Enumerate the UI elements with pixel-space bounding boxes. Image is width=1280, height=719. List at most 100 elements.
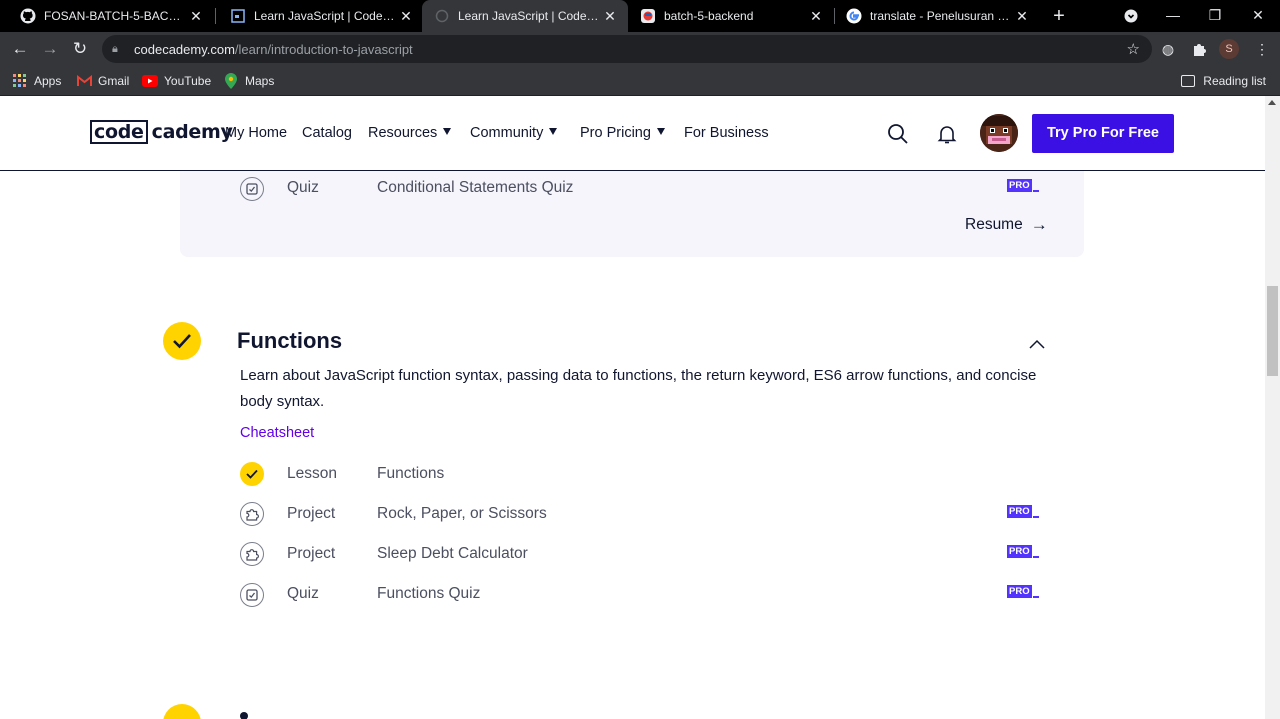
scroll-up-arrow-icon[interactable]	[1268, 100, 1276, 105]
item-type: Lesson	[287, 465, 337, 482]
nav-resources-label: Resources	[368, 125, 438, 141]
github-icon	[20, 8, 36, 24]
nav-resources[interactable]: Resources	[368, 125, 452, 141]
reload-button[interactable]: ↻	[68, 37, 92, 61]
quiz-icon	[240, 177, 264, 201]
nav-community[interactable]: Community	[470, 125, 558, 141]
bookmark-label: Apps	[34, 74, 62, 88]
try-pro-button[interactable]: Try Pro For Free	[1032, 114, 1174, 153]
tab-close-icon[interactable]: ✕	[602, 8, 618, 25]
tab-close-icon[interactable]: ✕	[398, 8, 414, 25]
translate-globe-icon[interactable]: ◍	[1158, 39, 1178, 59]
user-avatar[interactable]	[980, 114, 1018, 152]
arrow-right-icon: →	[1030, 215, 1048, 234]
item-type: Quiz	[287, 585, 319, 602]
tab-separator	[215, 8, 216, 24]
url-text: codecademy.com/learn/introduction-to-jav…	[134, 41, 413, 57]
menu-kebab-icon[interactable]: ⋮	[1252, 39, 1272, 59]
resume-label: Resume	[965, 216, 1023, 233]
item-title-link[interactable]: Conditional Statements Quiz	[377, 179, 573, 197]
codecademy-logo[interactable]: code cademy	[90, 120, 233, 144]
puzzle-icon	[240, 502, 264, 526]
quiz-icon	[240, 583, 264, 607]
logo-box-text: code	[90, 120, 148, 144]
tab-search-button[interactable]	[1109, 0, 1153, 32]
youtube-icon	[142, 73, 158, 89]
address-bar[interactable]: 🔒︎ codecademy.com/learn/introduction-to-…	[102, 35, 1152, 63]
module-description: Learn about JavaScript function syntax, …	[240, 367, 1037, 410]
minimize-button[interactable]: —	[1151, 0, 1195, 32]
chevron-up-icon[interactable]	[1029, 336, 1045, 349]
codecademy-icon	[230, 8, 246, 24]
module-title: Functions	[237, 328, 343, 353]
tab-close-icon[interactable]: ✕	[188, 8, 204, 25]
caret-down-icon	[656, 128, 665, 135]
item-title-link[interactable]: Sleep Debt Calculator	[377, 545, 528, 563]
reading-list-icon	[1181, 75, 1196, 87]
item-title-link[interactable]: Rock, Paper, or Scissors	[377, 505, 547, 523]
tab-close-icon[interactable]: ✕	[1014, 8, 1030, 25]
next-module-check-icon	[163, 704, 201, 719]
bell-icon[interactable]	[936, 123, 958, 145]
browser-tab[interactable]: Learn JavaScript | Codecadem ✕	[218, 0, 424, 32]
pro-badge: PRO	[1007, 585, 1039, 598]
pro-badge: PRO	[1007, 545, 1039, 558]
nav-my-home[interactable]: My Home	[225, 125, 287, 141]
gmail-icon	[76, 73, 92, 89]
nav-community-label: Community	[470, 125, 544, 141]
back-button[interactable]: ←	[8, 37, 32, 61]
extensions-puzzle-icon[interactable]	[1189, 39, 1209, 59]
item-title-link[interactable]: Functions	[377, 465, 444, 483]
nav-for-business[interactable]: For Business	[684, 125, 769, 141]
codecademy-icon	[434, 8, 450, 24]
bookmark-star-icon[interactable]: ☆	[1127, 40, 1140, 58]
nav-catalog[interactable]: Catalog	[302, 125, 352, 141]
item-title-link[interactable]: Functions Quiz	[377, 585, 480, 603]
new-tab-button[interactable]: +	[1047, 4, 1071, 28]
bookmark-apps[interactable]: Apps	[12, 71, 61, 91]
maps-pin-icon	[223, 73, 239, 89]
check-icon	[240, 462, 264, 486]
profile-avatar[interactable]: S	[1219, 39, 1239, 59]
bookmark-youtube[interactable]: YouTube	[142, 71, 211, 91]
logo-rest-text: cademy	[151, 121, 233, 143]
browser-tab[interactable]: batch-5-backend ✕	[628, 0, 834, 32]
restore-button[interactable]: ❐	[1193, 0, 1237, 32]
google-icon	[846, 8, 862, 24]
site-header: code cademy My Home Catalog Resources Com…	[0, 96, 1265, 171]
page-scrollbar[interactable]	[1265, 96, 1280, 719]
page-viewport: Quiz Conditional Statements Quiz PRO Res…	[0, 96, 1280, 719]
module-complete-check-icon	[163, 322, 201, 360]
nav-pro-pricing-label: Pro Pricing	[580, 125, 651, 141]
item-type: Project	[287, 505, 336, 522]
bookmark-label: YouTube	[164, 74, 212, 88]
reading-list-button[interactable]: Reading list	[1181, 71, 1266, 91]
apps-grid-icon	[12, 73, 28, 89]
app-icon	[640, 8, 656, 24]
tab-title: batch-5-backend	[664, 9, 754, 23]
lock-icon: 🔒︎	[112, 42, 118, 55]
browser-tab[interactable]: translate - Penelusuran Goog ✕	[834, 0, 1040, 32]
scrollbar-thumb[interactable]	[1267, 286, 1278, 376]
bookmark-gmail[interactable]: Gmail	[76, 71, 129, 91]
search-icon[interactable]	[887, 123, 909, 145]
nav-pro-pricing[interactable]: Pro Pricing	[580, 125, 665, 141]
caret-down-icon	[549, 128, 558, 135]
bookmark-label: Maps	[245, 74, 275, 88]
resume-link[interactable]: Resume →	[965, 215, 1048, 235]
browser-toolbar: ← → ↻ 🔒︎ codecademy.com/learn/introducti…	[0, 32, 1280, 66]
cheatsheet-link[interactable]: Cheatsheet	[240, 425, 314, 441]
tab-title: Learn JavaScript | Codecadem	[458, 9, 602, 23]
next-module-title-fragment	[240, 712, 248, 719]
tab-close-icon[interactable]: ✕	[808, 8, 824, 25]
close-window-button[interactable]: ✕	[1236, 0, 1280, 32]
browser-tab-active[interactable]: Learn JavaScript | Codecadem ✕	[422, 0, 628, 32]
bookmarks-bar: Apps Gmail YouTube Maps Reading list	[0, 66, 1280, 96]
pro-badge: PRO	[1007, 179, 1039, 192]
tab-title: translate - Penelusuran Goog	[870, 9, 1014, 23]
bookmark-maps[interactable]: Maps	[223, 71, 274, 91]
browser-tab[interactable]: FOSAN-BATCH-5-BACKEND/f ✕	[8, 0, 214, 32]
forward-button[interactable]: →	[38, 37, 62, 61]
reading-list-label: Reading list	[1203, 74, 1266, 88]
tab-title: Learn JavaScript | Codecadem	[254, 9, 398, 23]
